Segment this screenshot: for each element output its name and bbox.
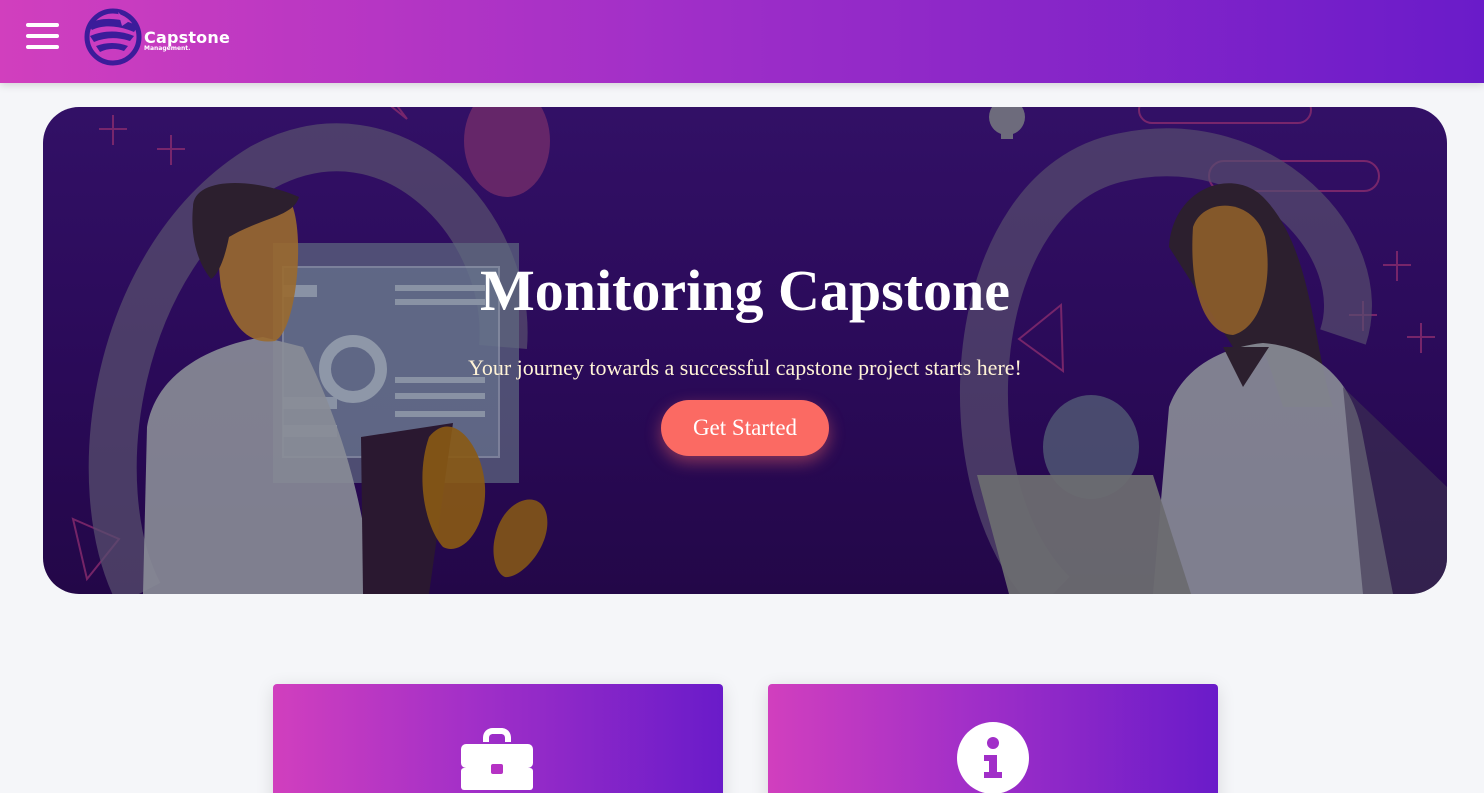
logo-subtitle: Management. [144,45,191,52]
briefcase-icon [461,728,533,790]
hero-subtitle: Your journey towards a successful capsto… [468,355,1022,380]
logo-emblem-icon [84,8,142,66]
hero-title: Monitoring Capstone [479,258,1011,323]
feature-card-projects[interactable] [273,684,723,793]
brand-logo[interactable]: Capstone Management. [82,6,242,70]
hero-banner: Monitoring Capstone Your journey towards… [43,107,1447,594]
feature-card-about[interactable] [768,684,1218,793]
hero-illustration [71,107,1447,594]
hamburger-menu-icon[interactable] [26,21,60,51]
top-navbar: Capstone Management. [0,0,1484,83]
info-circle-icon [957,722,1029,793]
get-started-button[interactable]: Get Started [661,400,829,456]
